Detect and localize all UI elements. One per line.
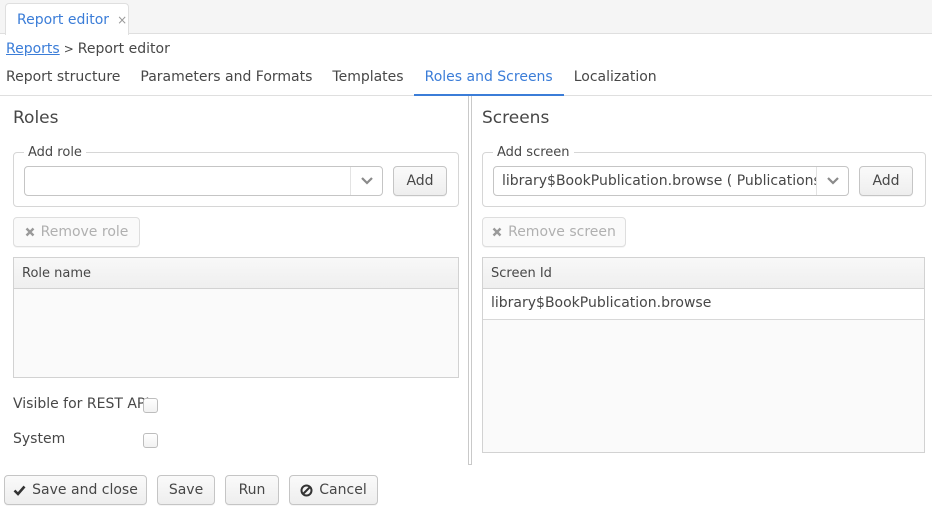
remove-x-icon bbox=[25, 227, 35, 237]
visible-for-rest-label: Visible for REST API bbox=[13, 396, 150, 412]
editor-tabs: Report structure Parameters and Formats … bbox=[0, 62, 932, 96]
cancel-button[interactable]: Cancel bbox=[289, 475, 378, 505]
close-icon[interactable]: × bbox=[117, 13, 127, 27]
add-role-combo[interactable] bbox=[24, 166, 383, 196]
add-role-legend: Add role bbox=[28, 145, 82, 160]
add-role-button[interactable]: Add bbox=[393, 166, 447, 196]
add-screen-button[interactable]: Add bbox=[859, 166, 913, 196]
screens-table-header-screen-id[interactable]: Screen Id bbox=[483, 258, 924, 289]
remove-screen-button[interactable]: Remove screen bbox=[482, 217, 626, 247]
window-tab-title: Report editor bbox=[17, 11, 110, 28]
breadcrumb-current: Report editor bbox=[77, 41, 170, 57]
chevron-down-icon[interactable] bbox=[350, 167, 382, 195]
add-screen-legend: Add screen bbox=[497, 145, 570, 160]
chevron-down-icon[interactable] bbox=[816, 167, 848, 195]
remove-role-label: Remove role bbox=[40, 224, 129, 240]
split-panel-handle[interactable] bbox=[468, 96, 472, 465]
add-screen-combo-value[interactable]: library$BookPublication.browse ( Publica… bbox=[494, 173, 816, 189]
breadcrumb: Reports > Report editor bbox=[6, 41, 170, 57]
cancel-label: Cancel bbox=[319, 482, 367, 498]
tab-report-structure[interactable]: Report structure bbox=[0, 62, 130, 96]
tab-templates[interactable]: Templates bbox=[322, 62, 413, 96]
remove-screen-label: Remove screen bbox=[508, 224, 616, 240]
window-tab-report-editor[interactable]: Report editor × bbox=[5, 3, 129, 35]
visible-for-rest-checkbox[interactable] bbox=[143, 398, 158, 413]
tab-parameters-and-formats[interactable]: Parameters and Formats bbox=[130, 62, 322, 96]
run-button[interactable]: Run bbox=[225, 475, 279, 505]
screens-table: Screen Id library$BookPublication.browse bbox=[482, 257, 925, 453]
breadcrumb-separator: > bbox=[63, 42, 74, 56]
system-checkbox[interactable] bbox=[143, 433, 158, 448]
tab-roles-and-screens[interactable]: Roles and Screens bbox=[413, 62, 564, 96]
window-tab-bar: Report editor × bbox=[0, 0, 932, 35]
save-and-close-label: Save and close bbox=[32, 482, 138, 498]
roles-table-header-role-name[interactable]: Role name bbox=[14, 258, 458, 289]
remove-role-button[interactable]: Remove role bbox=[13, 217, 140, 247]
screens-title: Screens bbox=[482, 108, 550, 128]
roles-table: Role name bbox=[13, 257, 459, 378]
remove-x-icon bbox=[492, 227, 502, 237]
roles-title: Roles bbox=[13, 108, 59, 128]
table-row[interactable]: library$BookPublication.browse bbox=[483, 289, 924, 320]
add-screen-combo[interactable]: library$BookPublication.browse ( Publica… bbox=[493, 166, 849, 196]
tab-localization[interactable]: Localization bbox=[564, 62, 667, 96]
ban-icon bbox=[300, 484, 313, 497]
save-button[interactable]: Save bbox=[157, 475, 215, 505]
system-label: System bbox=[13, 431, 66, 447]
checkmark-icon bbox=[13, 485, 26, 496]
breadcrumb-reports-link[interactable]: Reports bbox=[6, 41, 60, 57]
save-and-close-button[interactable]: Save and close bbox=[4, 475, 147, 505]
